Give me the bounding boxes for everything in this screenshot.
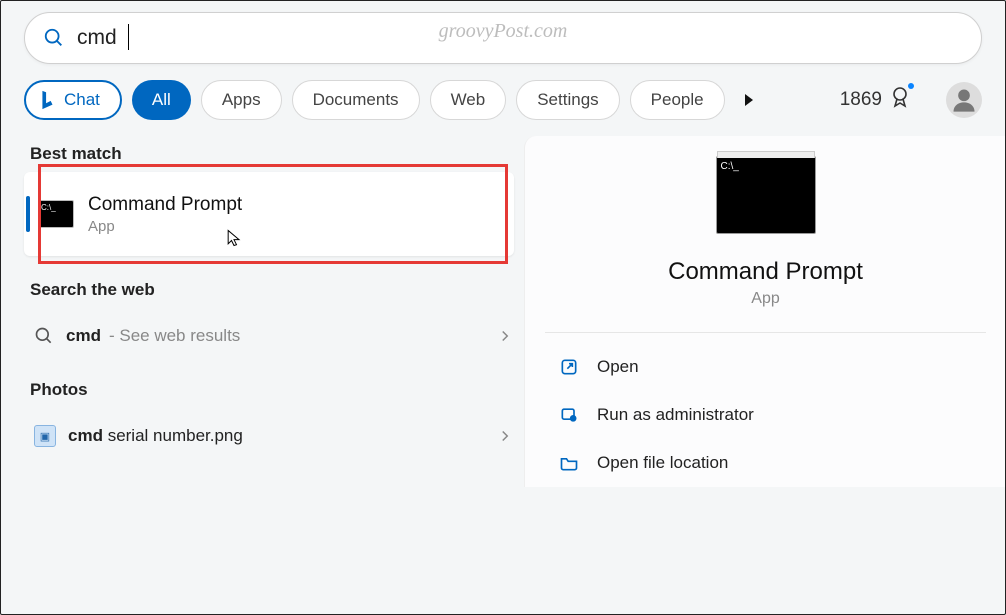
photo-name-rest: serial number.png: [103, 426, 243, 445]
web-hint: - See web results: [109, 326, 240, 346]
photo-result-row[interactable]: ▣ cmd serial number.png: [24, 408, 524, 464]
notification-dot-icon: [908, 83, 914, 89]
settings-tab[interactable]: Settings: [516, 80, 619, 120]
search-icon: [34, 326, 54, 346]
chevron-right-icon: [496, 427, 514, 445]
preview-panel: C:\_ Command Prompt App: [525, 156, 1006, 308]
shield-admin-icon: [559, 405, 579, 425]
people-tab[interactable]: People: [630, 80, 725, 120]
web-query-bold: cmd: [66, 326, 101, 345]
rewards-medal-icon: [888, 85, 912, 109]
photo-name-bold: cmd: [68, 426, 103, 445]
documents-tab[interactable]: Documents: [292, 80, 420, 120]
documents-tab-label: Documents: [313, 90, 399, 110]
open-action[interactable]: Open: [549, 343, 982, 391]
best-match-result[interactable]: C:\_ Command Prompt App: [24, 172, 514, 256]
chat-tab[interactable]: Chat: [24, 80, 122, 120]
apps-tab[interactable]: Apps: [201, 80, 282, 120]
open-file-location-label: Open file location: [597, 453, 728, 473]
preview-subtitle: App: [751, 290, 779, 308]
avatar[interactable]: [946, 82, 982, 118]
chevron-right-icon: [496, 327, 514, 345]
best-match-title: Command Prompt: [88, 194, 242, 216]
open-action-label: Open: [597, 357, 639, 377]
text-caret: [128, 24, 129, 50]
mouse-cursor-icon: [224, 228, 244, 248]
image-file-icon: ▣: [34, 425, 56, 447]
command-prompt-icon: C:\_: [38, 200, 74, 228]
rewards-points-value: 1869: [840, 89, 882, 111]
open-external-icon: [559, 357, 579, 377]
search-bar[interactable]: [24, 12, 982, 64]
search-input[interactable]: [77, 26, 963, 50]
web-tab-label: Web: [451, 90, 486, 110]
command-prompt-large-icon: C:\_: [716, 156, 816, 234]
selection-indicator: [26, 196, 30, 232]
all-tab[interactable]: All: [132, 80, 191, 120]
rewards-points[interactable]: 1869: [840, 85, 912, 115]
divider: [545, 332, 986, 333]
bing-icon: [36, 89, 58, 111]
more-scopes-button[interactable]: [745, 94, 753, 106]
search-icon: [43, 27, 65, 49]
preview-title: Command Prompt: [668, 258, 863, 286]
people-tab-label: People: [651, 90, 704, 110]
web-tab[interactable]: Web: [430, 80, 507, 120]
best-match-heading: Best match: [30, 144, 524, 164]
chat-tab-label: Chat: [64, 90, 100, 110]
settings-tab-label: Settings: [537, 90, 598, 110]
web-result-row[interactable]: cmd - See web results: [24, 308, 524, 364]
best-match-subtitle: App: [88, 218, 242, 235]
run-as-admin-action[interactable]: Run as administrator: [549, 391, 982, 439]
photos-heading: Photos: [30, 380, 524, 400]
search-web-heading: Search the web: [30, 280, 524, 300]
all-tab-label: All: [152, 90, 171, 110]
folder-icon: [559, 453, 579, 473]
apps-tab-label: Apps: [222, 90, 261, 110]
run-as-admin-label: Run as administrator: [597, 405, 754, 425]
user-avatar-icon: [950, 86, 978, 114]
scope-tabs: Chat All Apps Documents Web Settings Peo…: [0, 64, 1006, 136]
open-file-location-action[interactable]: Open file location: [549, 439, 982, 487]
